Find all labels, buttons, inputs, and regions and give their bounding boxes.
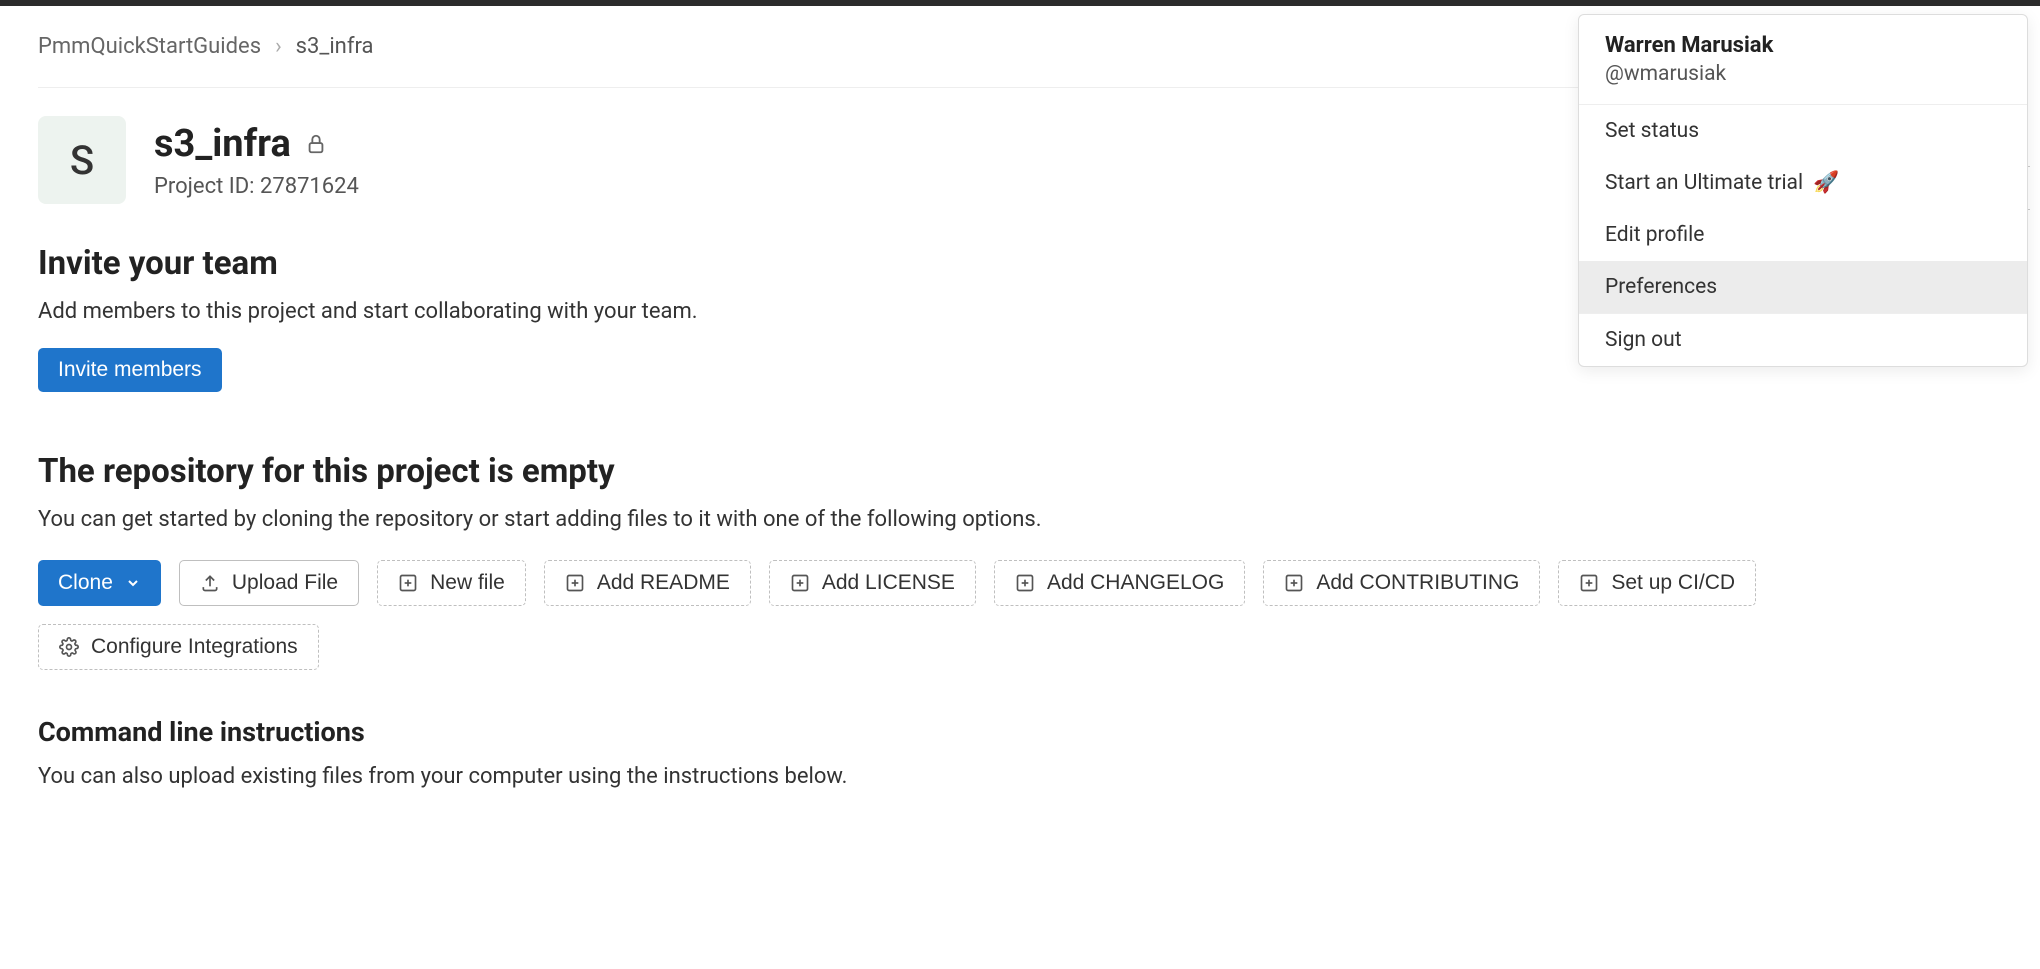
configure-integrations-button[interactable]: Configure Integrations <box>38 624 319 670</box>
menu-edit-profile[interactable]: Edit profile <box>1579 209 2027 261</box>
chevron-down-icon <box>125 575 141 591</box>
user-menu-header: Warren Marusiak @wmarusiak <box>1579 15 2027 105</box>
plus-square-icon <box>398 573 418 593</box>
plus-square-icon <box>1579 573 1599 593</box>
new-file-label: New file <box>430 571 505 595</box>
project-id: Project ID: 27871624 <box>154 174 359 199</box>
upload-icon <box>200 573 220 593</box>
breadcrumb-separator: › <box>275 34 282 59</box>
upload-file-button[interactable]: Upload File <box>179 560 359 606</box>
add-changelog-label: Add CHANGELOG <box>1047 571 1224 595</box>
upload-file-label: Upload File <box>232 571 338 595</box>
add-changelog-button[interactable]: Add CHANGELOG <box>994 560 1245 606</box>
cli-subtitle: You can also upload existing files from … <box>38 764 2002 789</box>
project-title: s3_infra <box>154 122 291 166</box>
add-license-label: Add LICENSE <box>822 571 955 595</box>
plus-square-icon <box>565 573 585 593</box>
repo-actions-row: Clone Upload File New file Add README <box>38 560 2002 670</box>
menu-sign-out[interactable]: Sign out <box>1579 314 2027 366</box>
menu-start-trial[interactable]: Start an Ultimate trial 🚀 <box>1579 157 2027 209</box>
user-menu-handle: @wmarusiak <box>1605 62 2001 86</box>
plus-square-icon <box>1284 573 1304 593</box>
gear-icon <box>59 637 79 657</box>
new-file-button[interactable]: New file <box>377 560 526 606</box>
add-contributing-button[interactable]: Add CONTRIBUTING <box>1263 560 1540 606</box>
invite-members-button[interactable]: Invite members <box>38 348 222 392</box>
setup-cicd-button[interactable]: Set up CI/CD <box>1558 560 1756 606</box>
lock-icon <box>305 133 327 155</box>
empty-repo-subtitle: You can get started by cloning the repos… <box>38 507 2002 532</box>
user-menu: Warren Marusiak @wmarusiak Set status St… <box>1578 14 2028 367</box>
clone-label: Clone <box>58 571 113 595</box>
menu-set-status[interactable]: Set status <box>1579 105 2027 157</box>
clone-button[interactable]: Clone <box>38 560 161 606</box>
breadcrumb-root[interactable]: PmmQuickStartGuides <box>38 34 261 59</box>
add-contributing-label: Add CONTRIBUTING <box>1316 571 1519 595</box>
add-license-button[interactable]: Add LICENSE <box>769 560 976 606</box>
menu-preferences[interactable]: Preferences <box>1579 261 2027 313</box>
empty-repo-title: The repository for this project is empty <box>38 452 2002 491</box>
add-readme-label: Add README <box>597 571 730 595</box>
cli-title: Command line instructions <box>38 716 2002 748</box>
user-menu-name: Warren Marusiak <box>1605 33 2001 58</box>
add-readme-button[interactable]: Add README <box>544 560 751 606</box>
plus-square-icon <box>790 573 810 593</box>
breadcrumb-current: s3_infra <box>296 34 374 59</box>
configure-integrations-label: Configure Integrations <box>91 635 298 659</box>
menu-start-trial-label: Start an Ultimate trial <box>1605 171 1803 195</box>
project-avatar: S <box>38 116 126 204</box>
plus-square-icon <box>1015 573 1035 593</box>
rocket-icon: 🚀 <box>1813 171 1839 195</box>
setup-cicd-label: Set up CI/CD <box>1611 571 1735 595</box>
